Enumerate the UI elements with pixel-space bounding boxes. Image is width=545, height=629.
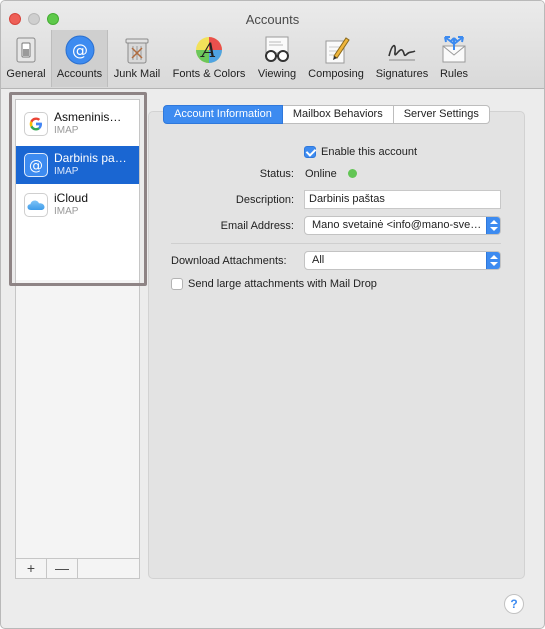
tab-account-information[interactable]: Account Information bbox=[163, 105, 283, 124]
trash-bin-icon bbox=[125, 38, 149, 64]
status-value: Online bbox=[305, 168, 337, 180]
toolbar-fonts-colors[interactable]: A Fonts & Colors bbox=[167, 30, 251, 87]
toolbar-label-general: General bbox=[6, 68, 46, 80]
form-separator bbox=[171, 243, 501, 244]
general-switch-icon bbox=[16, 37, 36, 63]
window-title: Accounts bbox=[245, 12, 300, 27]
remove-account-button[interactable]: — bbox=[47, 559, 78, 578]
download-attachments-value: All bbox=[312, 254, 325, 266]
glasses-icon bbox=[265, 36, 289, 62]
toolbar-label-viewing: Viewing bbox=[257, 68, 297, 80]
toolbar-label-fonts-colors: Fonts & Colors bbox=[172, 68, 246, 80]
popup-arrows-icon bbox=[486, 252, 500, 269]
toolbar-label-accounts: Accounts bbox=[56, 68, 103, 80]
email-address-value: Mano svetainė <info@mano-sve… bbox=[312, 219, 482, 231]
toolbar-general[interactable]: General bbox=[3, 30, 49, 87]
enable-account-label: Enable this account bbox=[321, 146, 418, 158]
mail-drop-label: Send large attachments with Mail Drop bbox=[188, 278, 377, 290]
preferences-window: Accounts General @ Accounts Junk Mail A … bbox=[0, 0, 545, 629]
enable-account-checkbox[interactable] bbox=[304, 146, 316, 158]
toolbar-signatures[interactable]: Signatures bbox=[371, 30, 433, 87]
toolbar-viewing[interactable]: Viewing bbox=[253, 30, 301, 87]
pencil-icon bbox=[325, 37, 350, 64]
help-button[interactable]: ? bbox=[504, 594, 524, 614]
at-sign-icon: @ bbox=[65, 35, 94, 65]
signature-icon bbox=[388, 44, 416, 61]
svg-text:A: A bbox=[200, 38, 216, 62]
account-tabs: Account Information Mailbox Behaviors Se… bbox=[163, 105, 490, 124]
fonts-colors-icon: A bbox=[196, 37, 222, 63]
online-status-dot bbox=[348, 169, 357, 178]
toolbar-accounts[interactable]: @ Accounts bbox=[51, 30, 108, 87]
toolbar-label-junk-mail: Junk Mail bbox=[113, 68, 161, 80]
tab-mailbox-behaviors[interactable]: Mailbox Behaviors bbox=[282, 105, 394, 124]
email-address-label: Email Address: bbox=[220, 220, 294, 232]
description-label: Description: bbox=[235, 194, 294, 206]
description-field[interactable]: Darbinis paštas bbox=[304, 190, 501, 209]
toolbar-label-rules: Rules bbox=[439, 68, 469, 80]
sidebar-bottom-bar: + — bbox=[16, 558, 139, 578]
toolbar-composing[interactable]: Composing bbox=[303, 30, 369, 87]
mail-drop-checkbox[interactable] bbox=[171, 278, 183, 290]
toolbar: Accounts General @ Accounts Junk Mail A … bbox=[1, 1, 544, 89]
toolbar-junk-mail[interactable]: Junk Mail bbox=[109, 30, 165, 87]
toolbar-label-signatures: Signatures bbox=[375, 68, 429, 80]
download-attachments-popup[interactable]: All bbox=[304, 251, 501, 270]
rules-arrows-icon bbox=[442, 36, 466, 63]
toolbar-label-composing: Composing bbox=[308, 68, 364, 80]
tab-server-settings[interactable]: Server Settings bbox=[393, 105, 490, 124]
download-attachments-label: Download Attachments: bbox=[171, 255, 287, 267]
add-account-button[interactable]: + bbox=[16, 559, 47, 578]
toolbar-rules[interactable]: Rules bbox=[435, 30, 473, 87]
email-address-popup[interactable]: Mano svetainė <info@mano-sve… bbox=[304, 216, 501, 235]
account-detail-panel bbox=[148, 111, 525, 579]
status-label: Status: bbox=[259, 168, 294, 180]
svg-text:@: @ bbox=[72, 41, 88, 60]
popup-arrows-icon bbox=[486, 217, 500, 234]
accounts-highlight-frame bbox=[9, 92, 147, 286]
